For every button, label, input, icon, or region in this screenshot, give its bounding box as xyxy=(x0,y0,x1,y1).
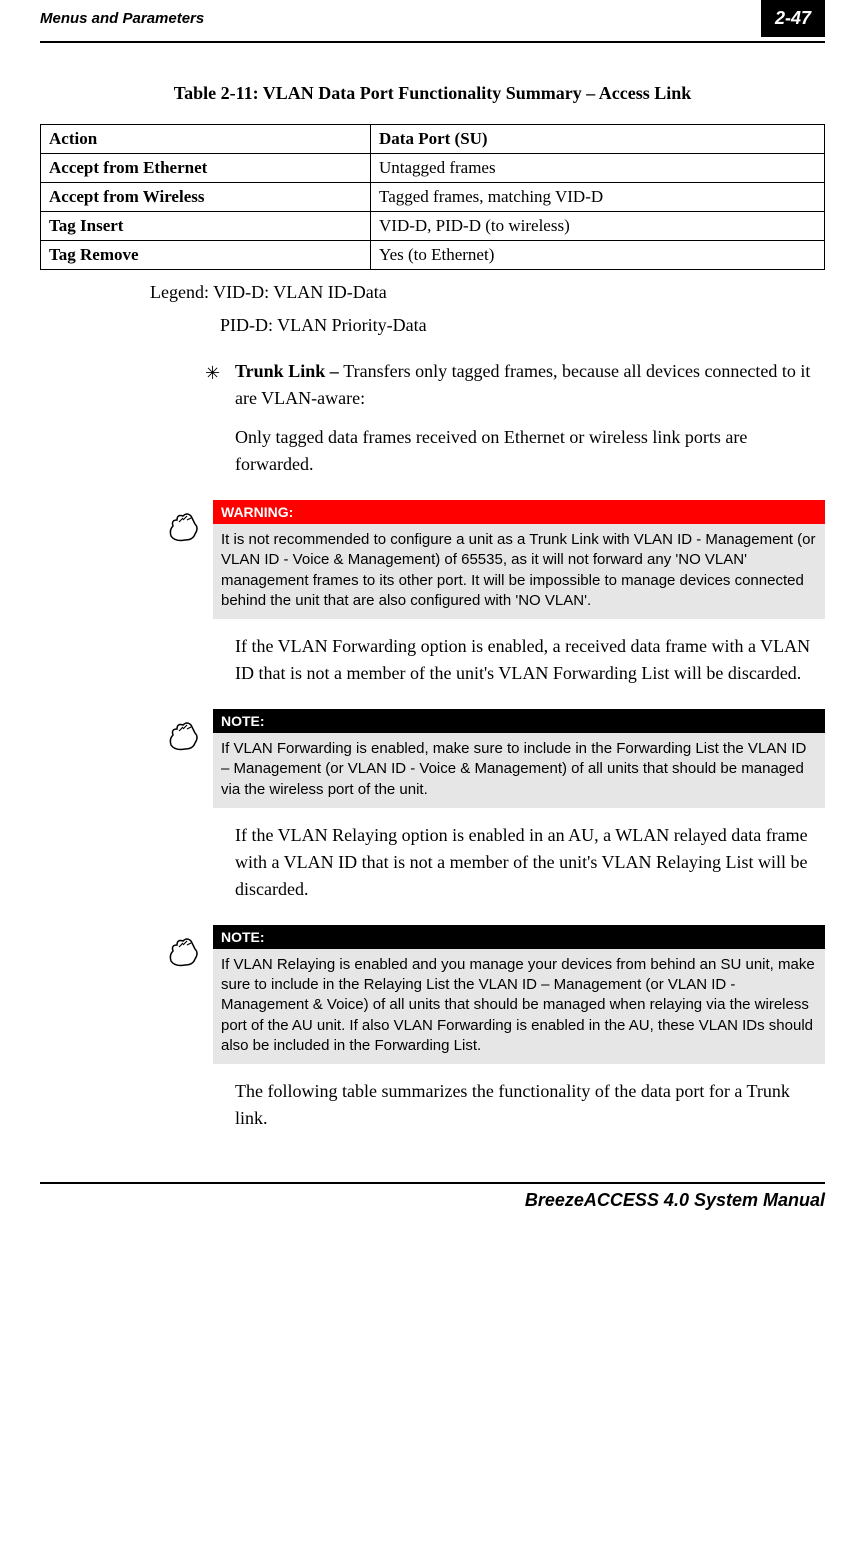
note-text: If VLAN Relaying is enabled and you mana… xyxy=(213,949,825,1064)
note-text: If VLAN Forwarding is enabled, make sure… xyxy=(213,733,825,808)
legend-line-2: PID-D: VLAN Priority-Data xyxy=(220,315,825,336)
table-row: Tag Insert VID-D, PID-D (to wireless) xyxy=(41,212,825,241)
bullet-lead: Trunk Link – xyxy=(235,361,343,381)
hand-pointing-icon xyxy=(165,709,213,760)
table-cell: Accept from Ethernet xyxy=(41,154,371,183)
hand-pointing-icon xyxy=(165,500,213,551)
table-cell: Tag Remove xyxy=(41,241,371,270)
table-row: Accept from Ethernet Untagged frames xyxy=(41,154,825,183)
note-callout-1: NOTE: If VLAN Forwarding is enabled, mak… xyxy=(165,709,825,808)
legend-line-1: Legend: VID-D: VLAN ID-Data xyxy=(150,282,825,303)
table-row: Tag Remove Yes (to Ethernet) xyxy=(41,241,825,270)
table-cell: Tag Insert xyxy=(41,212,371,241)
table-row: Accept from Wireless Tagged frames, matc… xyxy=(41,183,825,212)
table-header-action: Action xyxy=(41,125,371,154)
table-title: Table 2-11: VLAN Data Port Functionality… xyxy=(40,83,825,104)
page-header: Menus and Parameters 2-47 xyxy=(40,0,825,43)
note-label: NOTE: xyxy=(213,925,825,949)
page-number: 2-47 xyxy=(761,0,825,37)
table-cell: Yes (to Ethernet) xyxy=(371,241,825,270)
bullet-paragraph-2: Only tagged data frames received on Ethe… xyxy=(235,424,825,478)
warning-callout: WARNING: It is not recommended to config… xyxy=(165,500,825,619)
bullet-star-icon: ✳ xyxy=(205,360,220,387)
vlan-table: Action Data Port (SU) Accept from Ethern… xyxy=(40,124,825,270)
note-label: NOTE: xyxy=(213,709,825,733)
paragraph-summary: The following table summarizes the funct… xyxy=(235,1078,825,1132)
note-callout-2: NOTE: If VLAN Relaying is enabled and yo… xyxy=(165,925,825,1064)
table-header-row: Action Data Port (SU) xyxy=(41,125,825,154)
section-title: Menus and Parameters xyxy=(40,10,204,27)
table-cell: Tagged frames, matching VID-D xyxy=(371,183,825,212)
table-cell: VID-D, PID-D (to wireless) xyxy=(371,212,825,241)
hand-pointing-icon xyxy=(165,925,213,976)
bullet-trunk-link: ✳ Trunk Link – Transfers only tagged fra… xyxy=(235,358,825,478)
table-header-data-port: Data Port (SU) xyxy=(371,125,825,154)
paragraph-forwarding: If the VLAN Forwarding option is enabled… xyxy=(235,633,825,687)
paragraph-relaying: If the VLAN Relaying option is enabled i… xyxy=(235,822,825,903)
footer-text: BreezeACCESS 4.0 System Manual xyxy=(40,1182,825,1211)
warning-label: WARNING: xyxy=(213,500,825,524)
warning-text: It is not recommended to configure a uni… xyxy=(213,524,825,619)
table-cell: Accept from Wireless xyxy=(41,183,371,212)
table-cell: Untagged frames xyxy=(371,154,825,183)
